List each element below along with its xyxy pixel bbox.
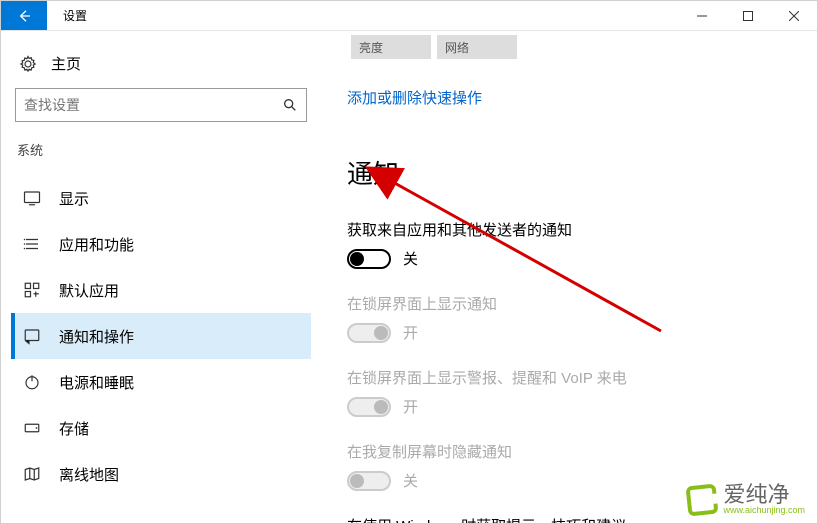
maximize-button[interactable] [725,1,771,30]
minimize-button[interactable] [679,1,725,30]
nav-apps[interactable]: 应用和功能 [11,221,311,267]
quick-action-tile[interactable]: 亮度 [351,35,431,59]
setting-get-notifications: 获取来自应用和其他发送者的通知 关 [347,219,799,269]
display-icon [23,189,41,207]
notifications-icon [23,327,41,345]
sidebar-section-label: 系统 [11,140,311,175]
nav-label: 默认应用 [59,280,119,301]
sidebar: 主页 系统 显示 应用和功能 默认应用 通知和操作 [1,31,321,523]
titlebar: 设置 [1,1,817,31]
nav-display[interactable]: 显示 [11,175,311,221]
default-apps-icon [23,281,41,299]
close-icon [789,11,799,21]
close-button[interactable] [771,1,817,30]
maximize-icon [743,11,753,21]
setting-lockscreen-notifications: 在锁屏界面上显示通知 开 [347,293,799,343]
search-icon [282,97,298,113]
maps-icon [23,465,41,483]
sidebar-home[interactable]: 主页 [11,47,311,88]
watermark-logo-icon [686,483,719,516]
setting-label: 在锁屏界面上显示警报、提醒和 VoIP 来电 [347,367,799,388]
apps-icon [23,235,41,253]
watermark-text-en: www.aichunjing.com [723,506,805,515]
nav-label: 存储 [59,418,89,439]
setting-windows-tips: 在使用 Windows 时获取提示、技巧和建议 开 [347,515,799,523]
nav-label: 离线地图 [59,464,119,485]
nav-label: 应用和功能 [59,234,134,255]
setting-label: 在锁屏界面上显示通知 [347,293,799,314]
section-heading: 通知 [347,154,799,191]
toggle-state: 开 [403,396,418,417]
storage-icon [23,419,41,437]
search-input[interactable] [24,97,282,113]
setting-label: 获取来自应用和其他发送者的通知 [347,219,799,240]
quick-actions-link-row: 添加或删除快速操作 [347,87,799,108]
search-input-wrapper[interactable] [15,88,307,122]
nav-storage[interactable]: 存储 [11,405,311,451]
toggle-state: 开 [403,322,418,343]
toggle-state: 关 [403,248,418,269]
content: 亮度 网络 添加或删除快速操作 通知 获取来自应用和其他发送者的通知 关 在锁屏… [321,31,817,523]
watermark-text-cn: 爱纯净 [723,484,805,506]
nav-label: 电源和睡眠 [59,372,134,393]
toggle-lockscreen-notifications [347,323,391,343]
gear-icon [19,55,37,73]
toggle-hide-while-duplicating [347,471,391,491]
minimize-icon [697,11,707,21]
back-button[interactable] [1,1,47,30]
nav-default-apps[interactable]: 默认应用 [11,267,311,313]
edit-quick-actions-link[interactable]: 添加或删除快速操作 [347,90,482,107]
nav-list: 显示 应用和功能 默认应用 通知和操作 电源和睡眠 存储 [11,175,311,497]
arrow-left-icon [16,8,32,24]
nav-label: 通知和操作 [59,326,134,347]
nav-notifications[interactable]: 通知和操作 [11,313,311,359]
setting-lockscreen-alarms: 在锁屏界面上显示警报、提醒和 VoIP 来电 开 [347,367,799,417]
nav-power[interactable]: 电源和睡眠 [11,359,311,405]
nav-label: 显示 [59,188,89,209]
window-controls [679,1,817,30]
window-title: 设置 [47,1,103,30]
nav-maps[interactable]: 离线地图 [11,451,311,497]
quick-action-tabs: 亮度 网络 [351,35,799,59]
toggle-lockscreen-alarms [347,397,391,417]
setting-label: 在使用 Windows 时获取提示、技巧和建议 [347,515,799,523]
setting-label: 在我复制屏幕时隐藏通知 [347,441,799,462]
watermark: 爱纯净 www.aichunjing.com [687,484,805,515]
sidebar-home-label: 主页 [51,53,81,74]
toggle-state: 关 [403,470,418,491]
toggle-get-notifications[interactable] [347,249,391,269]
quick-action-tile[interactable]: 网络 [437,35,517,59]
power-icon [23,373,41,391]
body: 主页 系统 显示 应用和功能 默认应用 通知和操作 [1,31,817,523]
